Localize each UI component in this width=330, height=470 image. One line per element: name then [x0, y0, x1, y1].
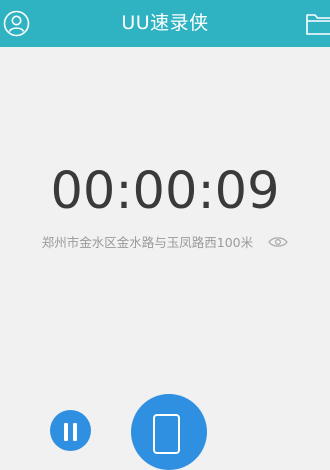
app-title: UU速录侠: [121, 12, 209, 34]
pause-button[interactable]: [50, 410, 91, 451]
pause-bar-left: [64, 423, 68, 441]
recording-timer: 00:00:09: [50, 162, 280, 221]
stop-icon: [153, 414, 180, 454]
stop-button[interactable]: [131, 394, 207, 470]
eye-icon[interactable]: [268, 236, 288, 248]
location-label: 郑州市金水区金水路与玉凤路西100米: [41, 235, 254, 250]
app-header: UU速录侠: [0, 0, 330, 47]
folder-button[interactable]: [305, 10, 330, 37]
location-row: 郑州市金水区金水路与玉凤路西100米: [0, 231, 330, 251]
pause-bar-right: [73, 423, 77, 441]
folder-icon: [306, 14, 330, 35]
